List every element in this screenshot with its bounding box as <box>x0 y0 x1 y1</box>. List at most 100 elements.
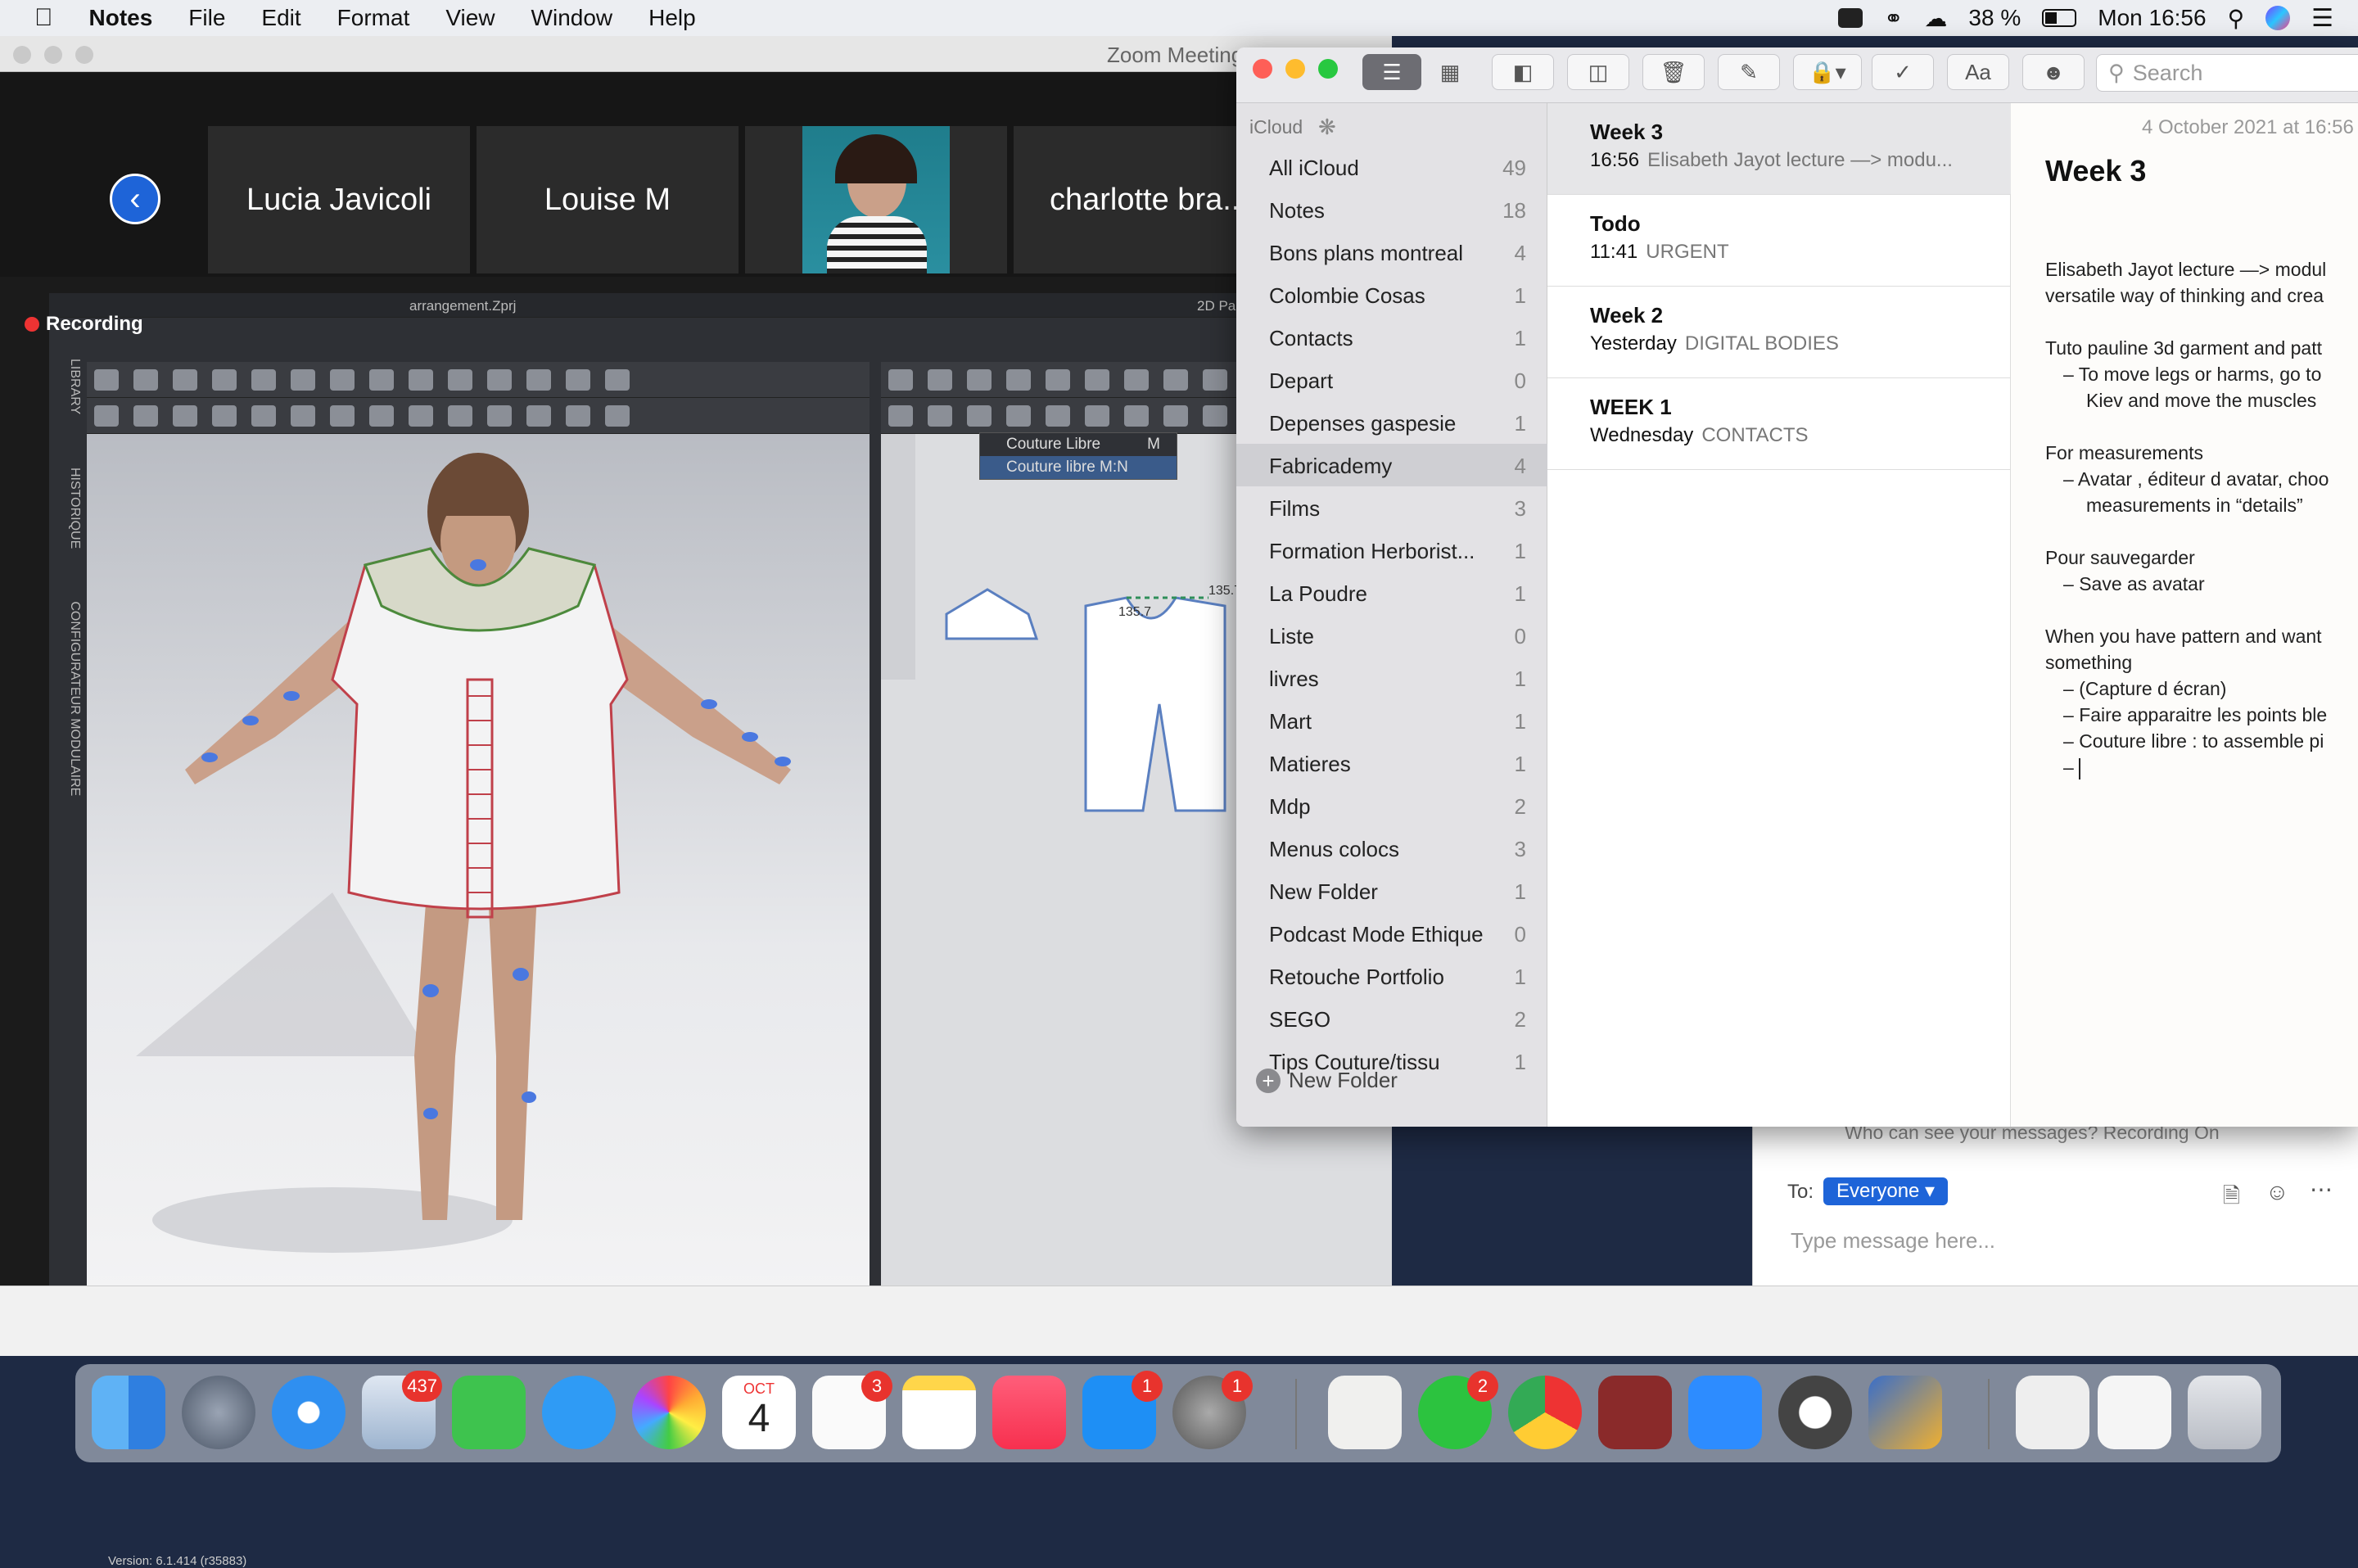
emoji-icon[interactable]: ☺ <box>2265 1179 2289 1205</box>
menu-format[interactable]: Format <box>337 5 410 31</box>
tool-icon[interactable] <box>888 405 913 427</box>
screenshot-stack-icon[interactable] <box>2098 1376 2171 1449</box>
tool-icon[interactable] <box>1124 405 1149 427</box>
facetime-icon[interactable] <box>452 1376 526 1449</box>
folder-item[interactable]: New Folder 1 <box>1236 870 1547 912</box>
note-item-todo[interactable]: Todo 11:41 URGENT <box>1547 195 2011 287</box>
tool-icon[interactable] <box>330 369 355 391</box>
tool-icon[interactable] <box>1203 369 1227 391</box>
notes-search-input[interactable]: ⚲ Search <box>2096 54 2358 92</box>
tool-icon[interactable] <box>1006 369 1031 391</box>
quicktime-icon[interactable] <box>1778 1376 1852 1449</box>
note-editor[interactable]: 4 October 2021 at 16:56 Week 3 Elisabeth… <box>2011 103 2358 1127</box>
delete-icon[interactable]: 🗑 <box>1642 54 1705 90</box>
folder-item[interactable]: Colombie Cosas 1 <box>1236 273 1547 316</box>
spotlight-search-icon[interactable]: ⚲ <box>2228 5 2245 32</box>
folder-item[interactable]: Podcast Mode Ethique 0 <box>1236 912 1547 955</box>
list-view-icon[interactable]: ☰ <box>1362 54 1421 90</box>
folder-item[interactable]: Retouche Portfolio 1 <box>1236 955 1547 997</box>
folder-item[interactable]: Bons plans montreal 4 <box>1236 231 1547 273</box>
chrome-icon[interactable] <box>1508 1376 1582 1449</box>
note-item-week-2[interactable]: Week 2 Yesterday DIGITAL BODIES <box>1547 287 2011 378</box>
note-item-week-3[interactable]: Week 3 16:56 Elisabeth Jayot lecture —> m… <box>1547 103 2011 195</box>
zoom-minimize-button[interactable] <box>44 46 62 64</box>
battery-percent[interactable]: 38 % <box>1968 5 2021 31</box>
folder-item[interactable]: La Poudre 1 <box>1236 572 1547 614</box>
menubar-clock[interactable]: Mon 16:56 <box>2098 5 2206 31</box>
tool-icon[interactable] <box>291 369 315 391</box>
chat-recipient-dropdown[interactable]: Everyone ▾ <box>1823 1177 1949 1205</box>
checklist-icon[interactable]: ✓ <box>1872 54 1934 90</box>
note-bullet-empty[interactable]: – <box>2063 757 2081 779</box>
tool-icon[interactable] <box>409 369 433 391</box>
compose-icon[interactable]: ✎ <box>1718 54 1780 90</box>
folder-item[interactable]: Formation Herborist... 1 <box>1236 529 1547 572</box>
folder-item[interactable]: Films 3 <box>1236 486 1547 529</box>
folder-item[interactable]: Mdp 2 <box>1236 784 1547 827</box>
participant-tile[interactable]: Louise M <box>477 126 739 273</box>
tool-icon[interactable] <box>448 369 472 391</box>
menu-window[interactable]: Window <box>531 5 613 31</box>
folder-item[interactable]: Depenses gaspesie 1 <box>1236 401 1547 444</box>
folder-item[interactable]: Contacts 1 <box>1236 316 1547 359</box>
side-tab-modular[interactable]: CONFIGURATEUR MODULAIRE <box>68 601 82 796</box>
music-icon[interactable] <box>992 1376 1066 1449</box>
whatsapp-icon[interactable]: 2 <box>1418 1371 1498 1449</box>
apple-icon[interactable]:  <box>34 4 53 32</box>
folder-item[interactable]: Menus colocs 3 <box>1236 827 1547 870</box>
more-icon[interactable]: ⋯ <box>2310 1176 2333 1203</box>
textedit-icon[interactable] <box>1328 1376 1402 1449</box>
launchpad-icon[interactable] <box>182 1376 255 1449</box>
folder-notes[interactable]: Notes 18 <box>1236 188 1547 231</box>
participant-video-tile[interactable] <box>745 126 1007 273</box>
tool-icon[interactable] <box>967 369 992 391</box>
photos-icon[interactable] <box>632 1376 706 1449</box>
folder-item[interactable]: Mart 1 <box>1236 699 1547 742</box>
photo-booth-icon[interactable] <box>1598 1376 1672 1449</box>
back-icon[interactable]: ‹ <box>110 174 160 224</box>
participant-tile[interactable]: Lucia Javicoli <box>208 126 470 273</box>
menu-file[interactable]: File <box>188 5 225 31</box>
tool-icon[interactable] <box>1163 369 1188 391</box>
menu-view[interactable]: View <box>445 5 495 31</box>
sync-icon[interactable]: ☁ <box>1924 5 1947 32</box>
notes-close-button[interactable] <box>1253 59 1272 79</box>
reminders-icon[interactable]: 3 <box>812 1371 892 1449</box>
tool-icon[interactable] <box>94 369 119 391</box>
tool-icon[interactable] <box>251 369 276 391</box>
tool-icon[interactable] <box>94 405 119 427</box>
folder-all-icloud[interactable]: All iCloud 49 <box>1236 146 1547 188</box>
tool-icon[interactable] <box>409 405 433 427</box>
tool-icon[interactable] <box>1163 405 1188 427</box>
tool-icon[interactable] <box>1124 369 1149 391</box>
tool-icon[interactable] <box>369 405 394 427</box>
creative-cloud-icon[interactable]: ⚭ <box>1884 5 1903 32</box>
tool-icon[interactable] <box>566 405 590 427</box>
notes-minimize-button[interactable] <box>1285 59 1305 79</box>
tool-icon[interactable] <box>605 369 630 391</box>
menu-edit[interactable]: Edit <box>261 5 300 31</box>
clo-3d-viewport[interactable] <box>87 434 870 1290</box>
tool-icon[interactable] <box>487 405 512 427</box>
calendar-icon[interactable]: OCT 4 <box>722 1376 796 1449</box>
tool-icon[interactable] <box>133 369 158 391</box>
tool-icon[interactable] <box>1046 405 1070 427</box>
finder-icon[interactable] <box>92 1376 165 1449</box>
folder-item[interactable]: SEGO 2 <box>1236 997 1547 1040</box>
tool-icon[interactable] <box>212 369 237 391</box>
gallery-view-icon[interactable]: ▦ <box>1423 54 1477 90</box>
tool-icon[interactable] <box>526 369 551 391</box>
folder-item[interactable]: Liste 0 <box>1236 614 1547 657</box>
tool-icon[interactable] <box>1203 405 1227 427</box>
trash-icon[interactable] <box>2188 1376 2261 1449</box>
app-menu-notes[interactable]: Notes <box>89 5 153 31</box>
folder-item[interactable]: Matieres 1 <box>1236 742 1547 784</box>
safari-icon[interactable] <box>272 1376 346 1449</box>
tool-icon[interactable] <box>448 405 472 427</box>
tool-icon[interactable] <box>173 369 197 391</box>
zoom-icon[interactable] <box>1688 1376 1762 1449</box>
battery-icon[interactable] <box>2042 9 2077 27</box>
tool-icon[interactable] <box>1006 405 1031 427</box>
tool-icon[interactable] <box>330 405 355 427</box>
tool-icon[interactable] <box>291 405 315 427</box>
